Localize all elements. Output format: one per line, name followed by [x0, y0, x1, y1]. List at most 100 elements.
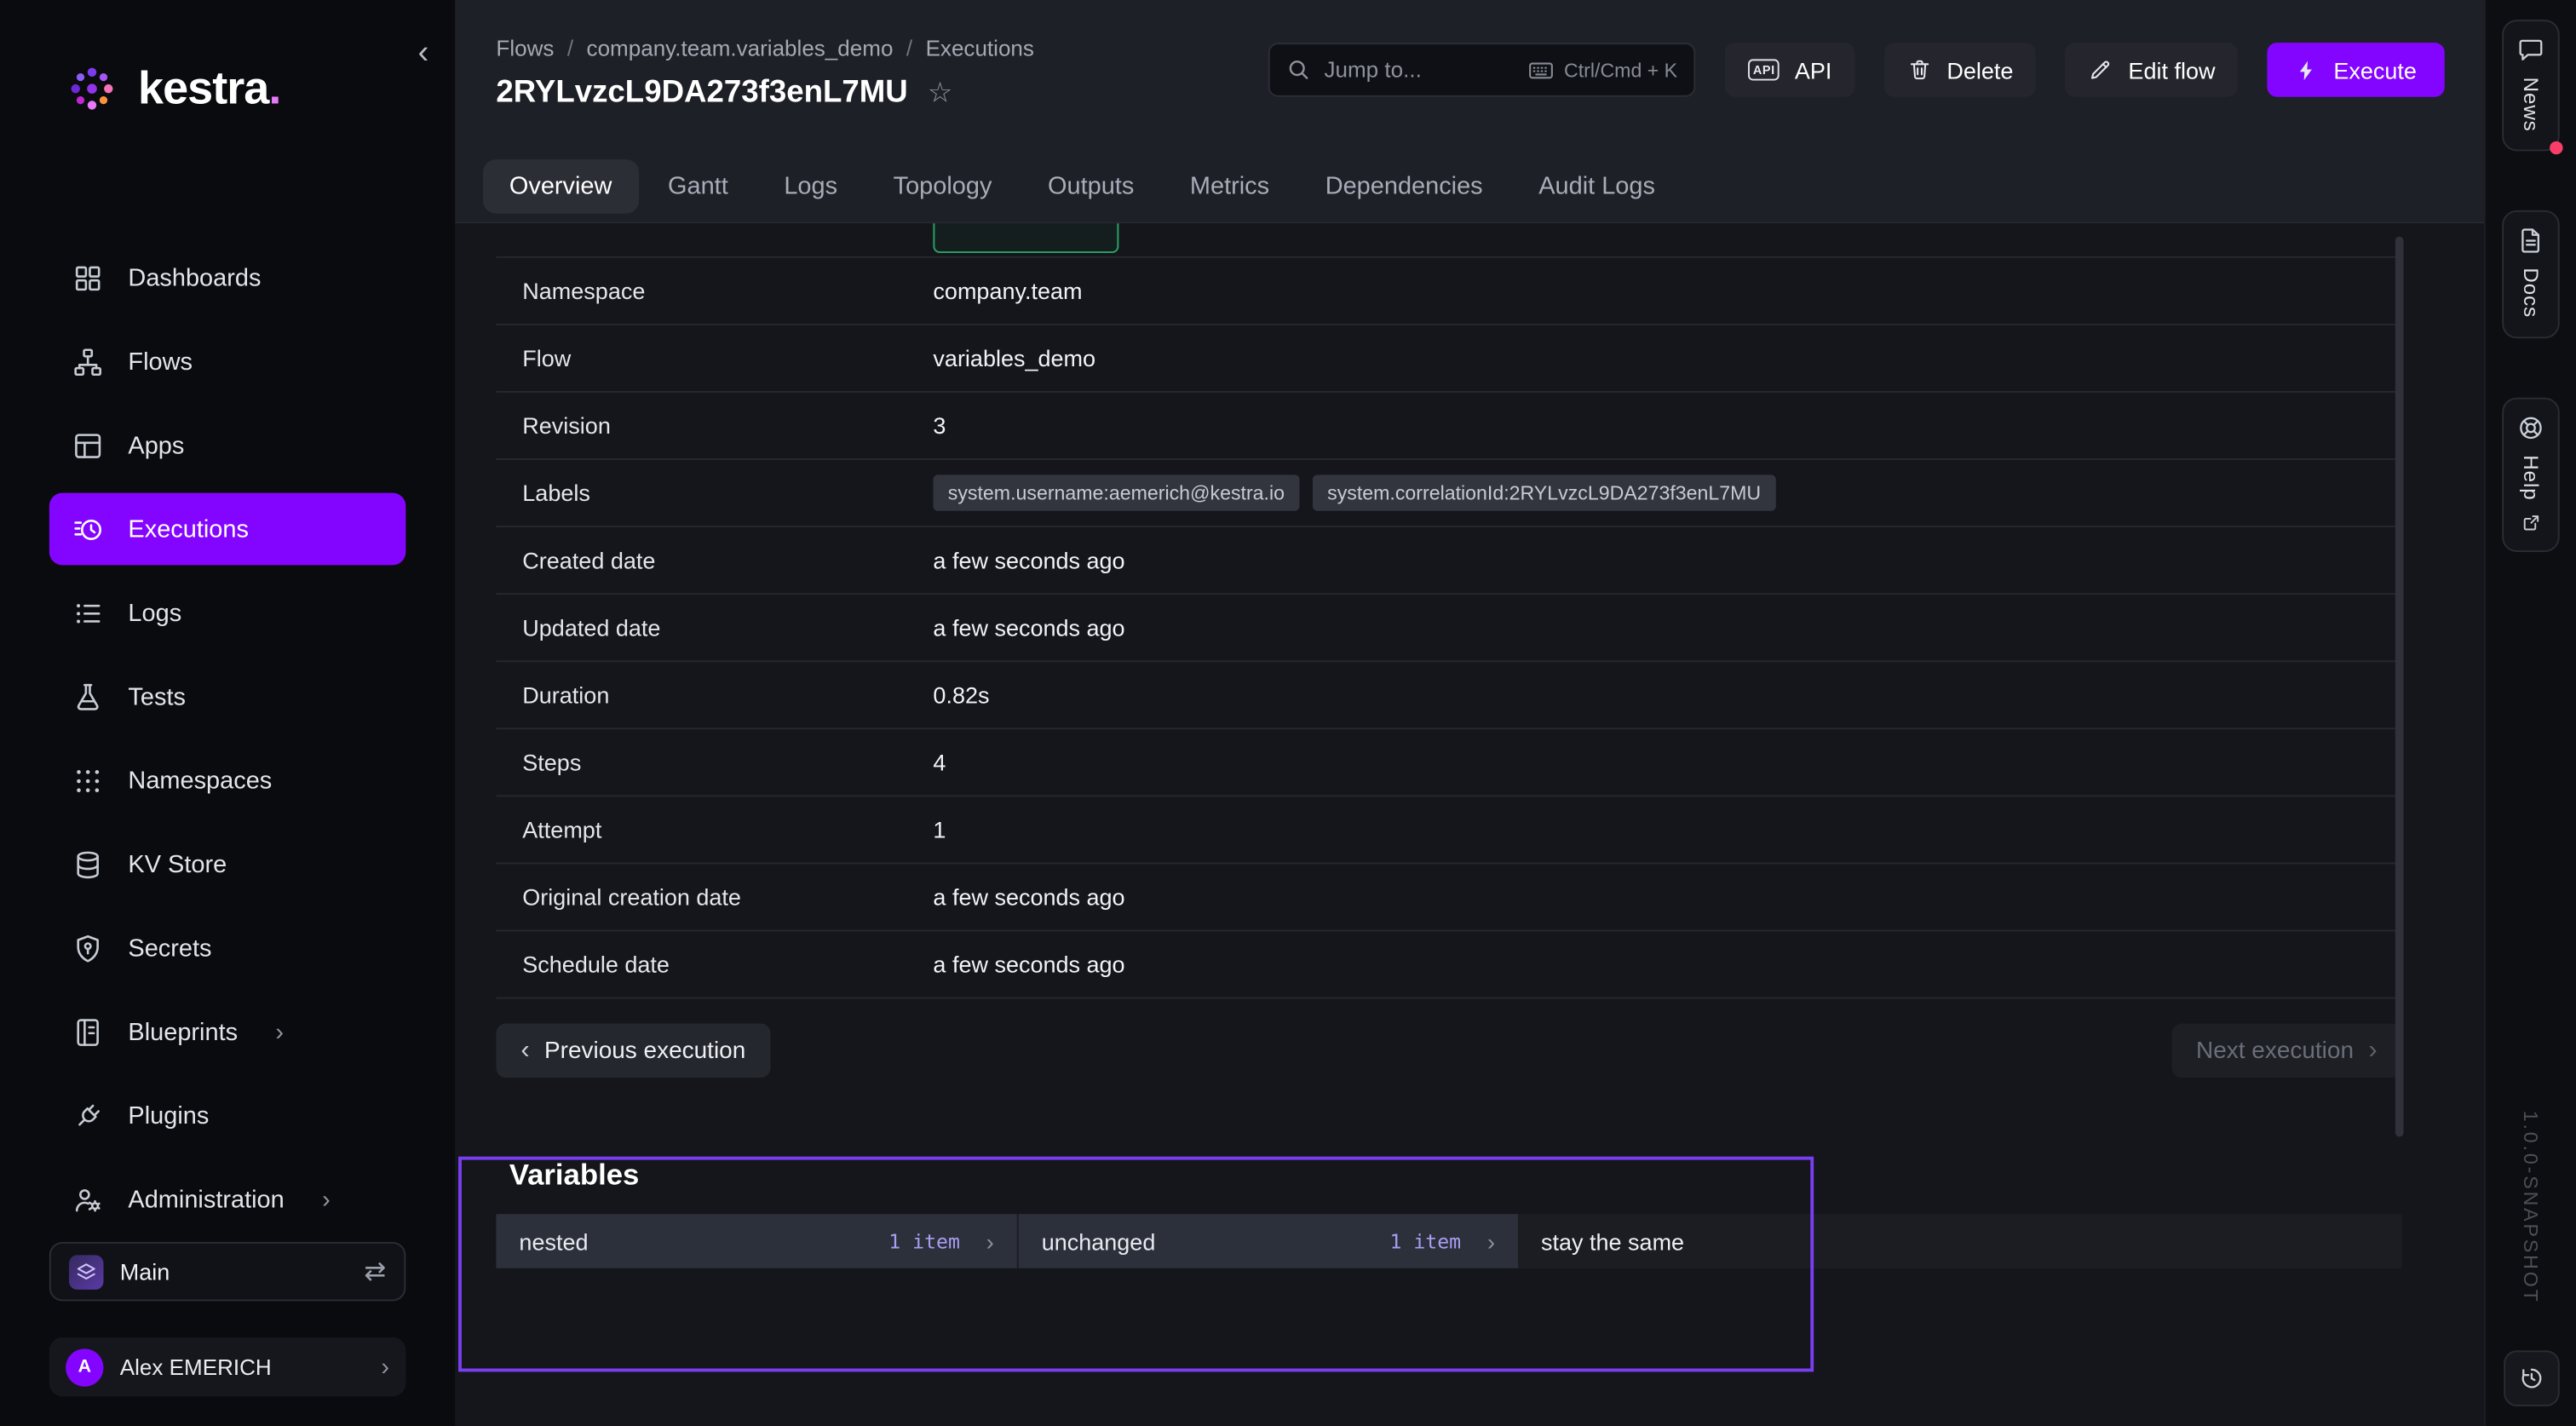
- label-chip[interactable]: system.correlationId:2RYLvzcL9DA273f3enL…: [1313, 474, 1776, 510]
- breadcrumb-flow-id[interactable]: company.team.variables_demo: [587, 36, 894, 60]
- lightning-icon: [2296, 58, 2319, 81]
- notification-dot: [2550, 141, 2562, 154]
- table-row: Revision3: [496, 393, 2401, 460]
- table-row: Original creation datea few seconds ago: [496, 864, 2401, 931]
- sidebar: ‹ kestra. Dashboards: [0, 0, 455, 1426]
- table-row: Duration0.82s: [496, 662, 2401, 729]
- table-row: Attempt1: [496, 796, 2401, 864]
- apps-icon: [72, 429, 104, 461]
- breadcrumb-flows[interactable]: Flows: [496, 36, 554, 60]
- kestra-logo-icon: [62, 59, 121, 118]
- table-row: Steps4: [496, 729, 2401, 796]
- tab-logs[interactable]: Logs: [757, 159, 863, 214]
- logo-wordmark: kestra.: [138, 62, 280, 115]
- sidebar-item-secrets[interactable]: Secrets: [49, 911, 405, 984]
- docs-button[interactable]: Docs: [2502, 210, 2560, 337]
- breadcrumb: Flows / company.team.variables_demo / Ex…: [496, 36, 1034, 60]
- history-icon: [2518, 1366, 2544, 1392]
- chevron-right-icon: ›: [986, 1228, 994, 1255]
- sidebar-item-plugins[interactable]: Plugins: [49, 1079, 405, 1152]
- tab-metrics[interactable]: Metrics: [1164, 159, 1296, 214]
- tab-gantt[interactable]: Gantt: [641, 159, 754, 214]
- variable-nested-cell[interactable]: nested 1 item ›: [496, 1214, 1018, 1268]
- trash-icon: [1907, 57, 1932, 82]
- variables-row: nested 1 item › unchanged 1 item › stay …: [496, 1214, 2401, 1268]
- kestra-logo[interactable]: kestra.: [62, 59, 455, 118]
- news-button[interactable]: News: [2502, 20, 2560, 152]
- sidebar-item-flows[interactable]: Flows: [49, 325, 405, 398]
- previous-execution-button[interactable]: ‹ Previous execution: [496, 1023, 770, 1078]
- table-row: Updated datea few seconds ago: [496, 595, 2401, 662]
- search-icon: [1286, 57, 1311, 82]
- user-menu[interactable]: A Alex EMERICH ›: [49, 1337, 405, 1396]
- page-header: Flows / company.team.variables_demo / Ex…: [455, 0, 2484, 223]
- chevron-left-icon: ‹: [520, 1036, 529, 1066]
- namespaces-icon: [72, 765, 104, 796]
- shortcut-hint: Ctrl/Cmd + K: [1564, 58, 1677, 81]
- tab-audit-logs[interactable]: Audit Logs: [1512, 159, 1681, 214]
- collapse-sidebar-icon[interactable]: ‹: [417, 36, 428, 69]
- blueprints-icon: [72, 1016, 104, 1048]
- sidebar-item-blueprints[interactable]: Blueprints ›: [49, 996, 405, 1068]
- execute-button[interactable]: Execute: [2268, 43, 2445, 97]
- breadcrumb-separator: /: [567, 36, 573, 60]
- sidebar-item-dashboards[interactable]: Dashboards: [49, 241, 405, 313]
- table-row: Schedule datea few seconds ago: [496, 931, 2401, 998]
- help-icon: [2517, 414, 2545, 442]
- switch-tenant-icon[interactable]: ⇄: [364, 1255, 386, 1288]
- avatar: A: [66, 1348, 103, 1385]
- delete-button[interactable]: Delete: [1884, 43, 2036, 97]
- docs-icon: [2517, 227, 2545, 256]
- table-row: Namespacecompany.team: [496, 258, 2401, 325]
- secrets-icon: [72, 932, 104, 963]
- history-button[interactable]: [2503, 1350, 2559, 1406]
- tab-dependencies[interactable]: Dependencies: [1299, 159, 1509, 214]
- sidebar-item-apps[interactable]: Apps: [49, 409, 405, 481]
- variables-title: Variables: [509, 1159, 2402, 1193]
- pencil-icon: [2089, 57, 2113, 82]
- execution-tabs: Overview Gantt Logs Topology Outputs Met…: [455, 159, 2484, 221]
- tab-topology[interactable]: Topology: [867, 159, 1019, 214]
- sidebar-item-executions[interactable]: Executions: [49, 493, 405, 566]
- tab-outputs[interactable]: Outputs: [1021, 159, 1160, 214]
- chevron-right-icon: ›: [1487, 1228, 1495, 1255]
- tenant-selector[interactable]: Main ⇄: [49, 1242, 405, 1301]
- sidebar-item-administration[interactable]: Administration ›: [49, 1163, 405, 1235]
- jump-to-input[interactable]: [1324, 57, 1515, 82]
- variables-section: Variables nested 1 item › unchanged 1 it…: [496, 1159, 2401, 1268]
- overview-panel: Namespacecompany.team Flowvariables_demo…: [455, 223, 2484, 1426]
- sidebar-item-logs[interactable]: Logs: [49, 577, 405, 649]
- breadcrumb-executions[interactable]: Executions: [926, 36, 1034, 60]
- plugins-icon: [72, 1100, 104, 1131]
- logs-icon: [72, 597, 104, 629]
- tenant-label: Main: [120, 1258, 170, 1285]
- keyboard-icon: [1528, 57, 1555, 83]
- sidebar-item-tests[interactable]: Tests: [49, 660, 405, 733]
- breadcrumb-separator: /: [906, 36, 912, 60]
- main-area: Flows / company.team.variables_demo / Ex…: [455, 0, 2484, 1426]
- sidebar-item-kv-store[interactable]: KV Store: [49, 828, 405, 900]
- api-button[interactable]: API API: [1725, 43, 1854, 97]
- chevron-right-icon: ›: [322, 1185, 331, 1213]
- table-row: Flowvariables_demo: [496, 325, 2401, 393]
- app-window: ‹ kestra. Dashboards: [0, 0, 2576, 1426]
- help-button[interactable]: Help: [2502, 397, 2560, 553]
- external-link-icon: [2521, 514, 2540, 533]
- sidebar-nav: Dashboards Flows Apps Executions Logs Te…: [0, 241, 455, 1235]
- execution-details-table: Namespacecompany.team Flowvariables_demo…: [496, 223, 2401, 998]
- status-badge-partial: [933, 223, 1118, 253]
- edit-flow-button[interactable]: Edit flow: [2066, 43, 2238, 97]
- kv-store-icon: [72, 848, 104, 880]
- next-execution-button[interactable]: Next execution ›: [2171, 1023, 2401, 1078]
- label-chip[interactable]: system.username:aemerich@kestra.io: [933, 474, 1299, 510]
- chevron-right-icon: ›: [2368, 1036, 2377, 1066]
- tab-overview[interactable]: Overview: [483, 159, 638, 214]
- flows-icon: [72, 346, 104, 377]
- jump-to-search[interactable]: Ctrl/Cmd + K: [1268, 43, 1695, 97]
- news-icon: [2517, 36, 2545, 64]
- star-icon[interactable]: ☆: [928, 78, 952, 111]
- sidebar-item-namespaces[interactable]: Namespaces: [49, 745, 405, 817]
- scrollbar-thumb[interactable]: [2395, 237, 2404, 1137]
- page-title: 2RYLvzcL9DA273f3enL7MU: [496, 76, 907, 112]
- variable-unchanged-cell[interactable]: unchanged 1 item ›: [1019, 1214, 1518, 1268]
